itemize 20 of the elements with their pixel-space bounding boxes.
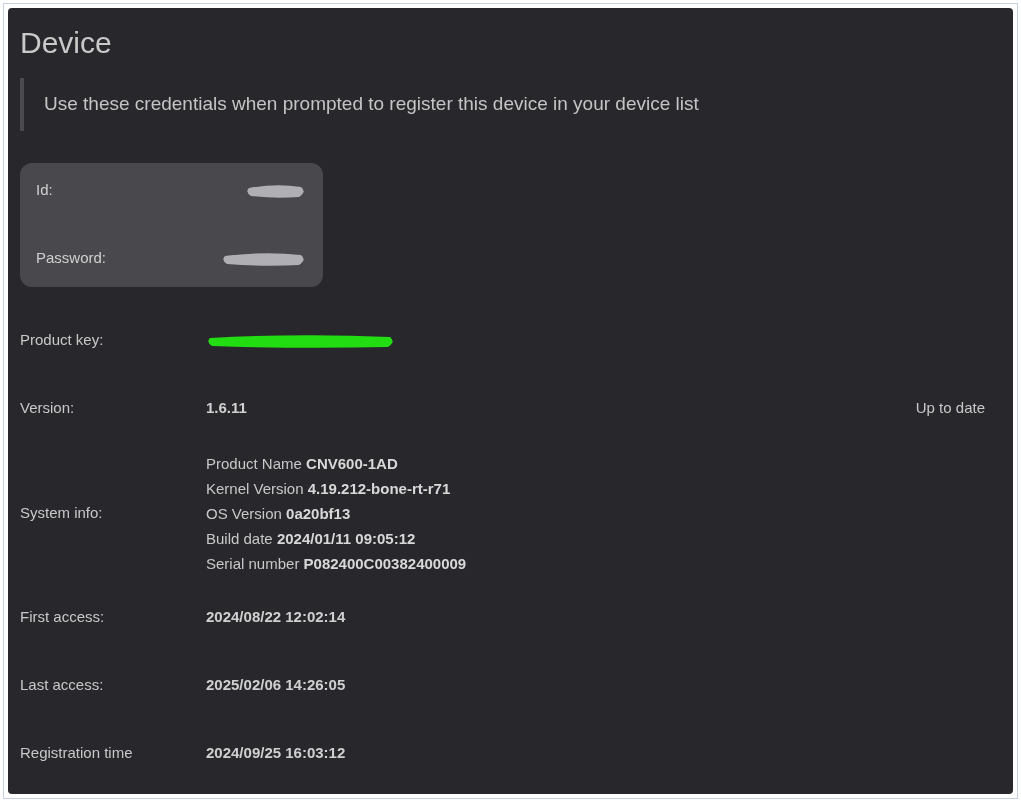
field-value: 2025/02/06 14:26:05 — [206, 675, 346, 696]
field-label: Last access: — [20, 675, 105, 696]
field-label: Id: — [36, 180, 53, 201]
field-label: Registration time — [20, 743, 134, 764]
field-label: First access: — [20, 607, 106, 628]
field-label: Product key: — [20, 330, 105, 351]
field-value: 1.6.11 — [206, 398, 247, 419]
field-label: System info: — [20, 502, 104, 523]
info-line: Product Name CNV600-1AD — [206, 453, 399, 474]
page-title: Device — [20, 28, 113, 58]
status-text: Up to date — [915, 398, 985, 419]
info-line: OS Version 0a20bf13 — [206, 503, 352, 524]
field-value: 2024/09/25 16:03:12 — [206, 743, 346, 764]
note-text: Use these credentials when prompted to register this device in your device list — [44, 92, 700, 116]
info-line: Serial number P082400C00382400009 — [206, 553, 467, 574]
info-line: Build date 2024/01/11 09:05:12 — [206, 528, 417, 549]
field-label: Version: — [20, 398, 76, 419]
field-value: 2024/08/22 12:02:14 — [206, 607, 346, 628]
field-label: Password: — [36, 248, 107, 269]
info-line: Kernel Version 4.19.212-bone-rt-r71 — [206, 478, 452, 499]
